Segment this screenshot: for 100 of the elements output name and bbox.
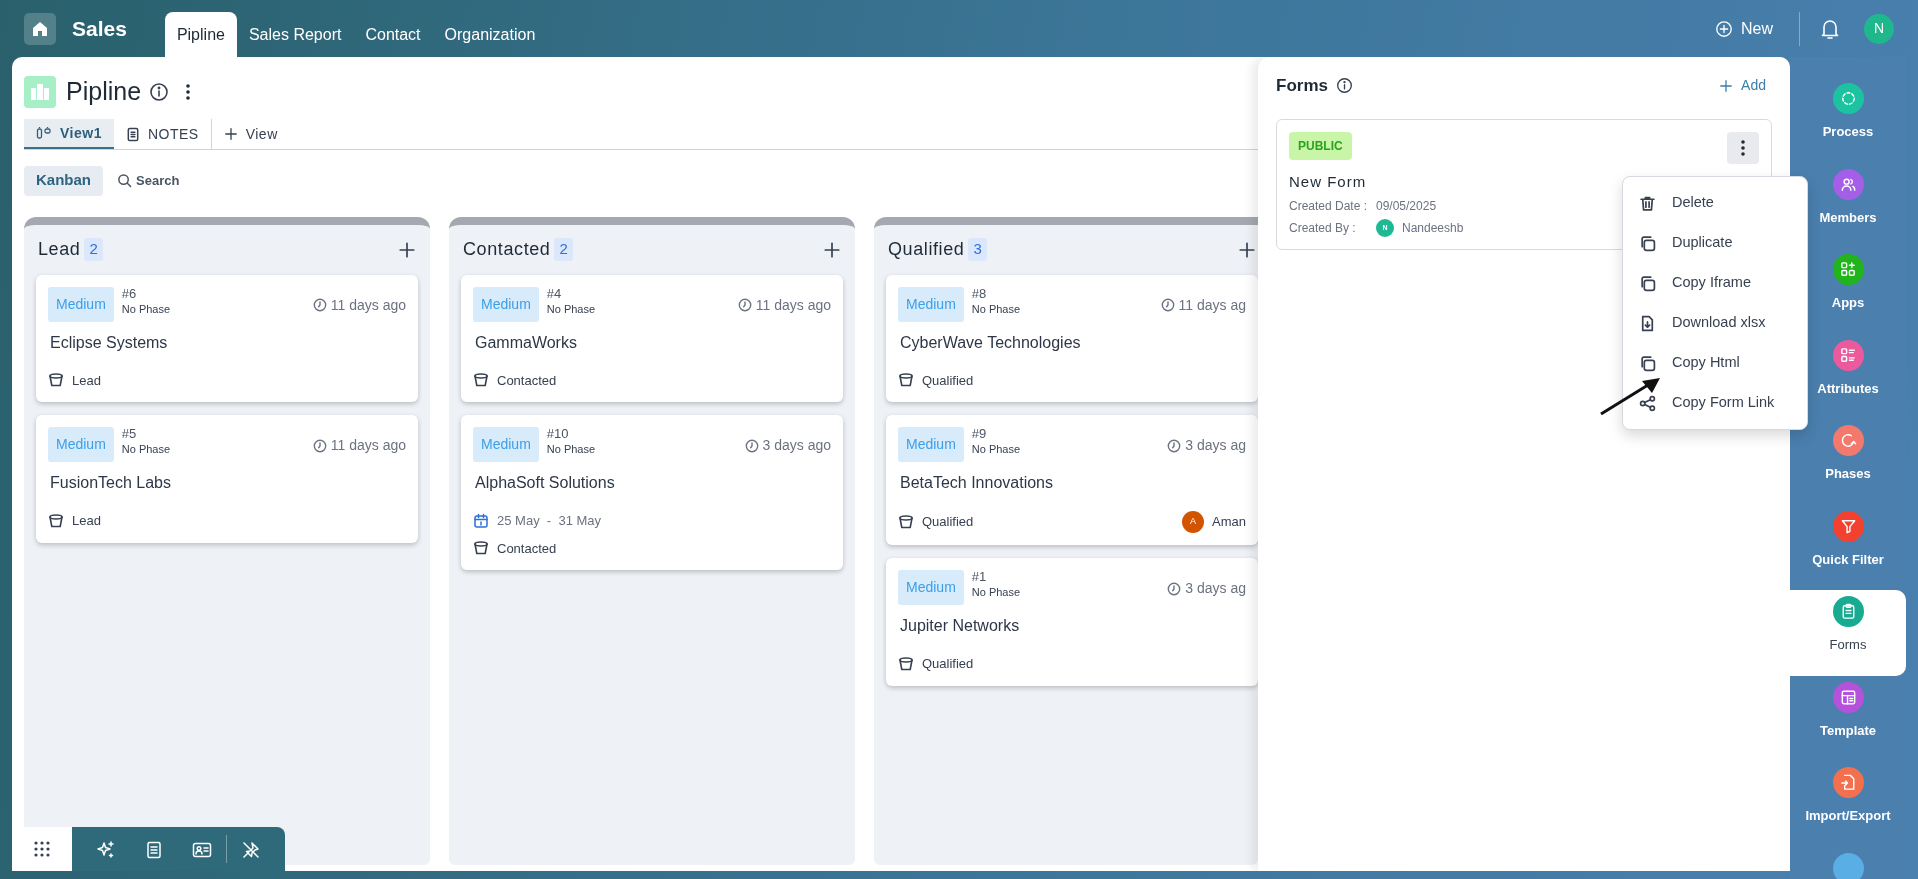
cup-icon <box>473 372 489 389</box>
search-button[interactable]: Search <box>111 169 186 192</box>
stage-label: Qualified <box>922 371 974 390</box>
clock-icon <box>744 438 759 453</box>
columns-icon <box>36 126 52 140</box>
priority-badge: Medium <box>473 427 539 462</box>
created-date: 09/05/2025 <box>1376 198 1437 215</box>
deal-card[interactable]: Medium #4 No Phase 11 days ago GammaWorks Contacted <box>461 274 843 402</box>
cup-icon <box>898 372 914 389</box>
cup-icon <box>898 514 914 530</box>
sidebar-item[interactable]: Quick Filter <box>1790 504 1906 590</box>
card-title: FusionTech Labs <box>50 473 172 493</box>
card-title: CyberWave Technologies <box>900 332 1082 353</box>
home-button[interactable] <box>24 12 56 45</box>
search-icon <box>117 173 132 188</box>
time-ago: 11 days ago <box>330 436 406 455</box>
card-number: #5 <box>121 427 138 442</box>
card-title: AlphaSoft Solutions <box>475 473 616 493</box>
sidebar-item[interactable]: Template <box>1790 675 1906 761</box>
stage-label: Qualified <box>922 655 974 673</box>
view-tab[interactable]: View1 <box>24 119 114 149</box>
stage-label: Lead <box>72 512 101 530</box>
sparkle-icon <box>96 839 116 860</box>
card-number: #10 <box>546 427 570 442</box>
priority-badge: Medium <box>48 427 114 462</box>
clock-icon <box>312 298 327 312</box>
deal-card[interactable]: Medium #8 No Phase 11 days ag CyberWave Technologies Qualified <box>886 274 1258 402</box>
card-number: #9 <box>971 427 988 442</box>
deal-card[interactable]: Medium #10 No Phase 3 days ago AlphaSoft Solutions 25 May - 31 May Contacted <box>461 415 843 570</box>
assignee-avatar: A <box>1182 511 1205 533</box>
app-title: Sales <box>72 15 127 42</box>
column-title: Qualified <box>888 238 965 261</box>
count-badge: 3 <box>968 238 987 261</box>
view-tab[interactable]: View <box>211 119 290 149</box>
stage-label: Qualified <box>922 513 974 532</box>
deal-card[interactable]: Medium #6 No Phase 11 days ago Eclipse Systems Lead <box>36 274 418 402</box>
card-title: Eclipse Systems <box>50 332 169 353</box>
card-number: #8 <box>971 286 988 301</box>
view-tab[interactable]: NOTES <box>113 119 211 149</box>
form-name: New Form <box>1289 171 1368 192</box>
time-ago: 11 days ago <box>755 295 831 315</box>
menu-item[interactable]: Copy Form Link <box>1623 383 1807 423</box>
cup-icon <box>48 372 64 389</box>
info-button[interactable] <box>149 81 170 102</box>
cup-icon <box>473 540 489 557</box>
nav-tab[interactable]: Organization <box>432 12 548 57</box>
stage-label: Contacted <box>497 371 557 390</box>
share-icon <box>1639 394 1656 412</box>
meta-label: Created Date : <box>1289 198 1369 215</box>
time-ago: 11 days ago <box>330 295 406 315</box>
notification-button[interactable] <box>1820 17 1840 40</box>
time-ago: 3 days ag <box>1185 436 1246 455</box>
nav-tab[interactable]: Contact <box>353 12 433 57</box>
info-icon <box>149 81 170 102</box>
grid-icon <box>33 840 51 858</box>
notification-icon <box>1820 17 1840 40</box>
priority-badge: Medium <box>898 570 964 605</box>
count-badge: 2 <box>84 238 103 261</box>
more-button[interactable] <box>185 82 192 101</box>
sidebar-item[interactable]: Process <box>1790 77 1906 163</box>
card-title: GammaWorks <box>475 332 578 353</box>
time-ago: 3 days ag <box>1185 579 1246 598</box>
date-range: 25 May - 31 May <box>497 512 602 530</box>
priority-badge: Medium <box>48 286 114 322</box>
menu-item[interactable]: Download xlsx <box>1623 303 1807 343</box>
phase-label: No Phase <box>971 585 1021 601</box>
add-form-link[interactable]: Add <box>1713 74 1772 98</box>
assignee-name: Aman <box>1212 513 1246 532</box>
time-ago: 3 days ago <box>762 436 831 455</box>
priority-badge: Medium <box>898 427 964 462</box>
card-title: Jupiter Networks <box>900 616 1021 636</box>
nav-tab[interactable]: Sales Report <box>236 12 354 57</box>
clock-icon <box>1167 438 1182 453</box>
unpin-icon <box>242 840 260 859</box>
copy-icon <box>1639 274 1656 292</box>
id-card-icon <box>192 841 212 858</box>
deal-card[interactable]: Medium #9 No Phase 3 days ag BetaTech Innovations Qualified A Aman <box>886 415 1258 545</box>
copy-icon <box>1639 354 1656 372</box>
sidebar-item[interactable]: Forms <box>1790 590 1906 676</box>
kanban-button[interactable]: Kanban <box>24 165 103 196</box>
sidebar-item[interactable]: Import/Export <box>1790 761 1906 847</box>
info-icon <box>1335 77 1353 95</box>
stage-label: Lead <box>72 371 101 390</box>
add-card-button[interactable] <box>1238 240 1256 259</box>
clock-icon <box>737 298 752 312</box>
phase-label: No Phase <box>121 301 171 317</box>
new-button[interactable]: New <box>1709 15 1779 42</box>
nav-tab[interactable]: Pipline <box>164 12 237 57</box>
menu-item[interactable]: Copy Html <box>1623 343 1807 383</box>
building-icon <box>24 75 56 108</box>
deal-card[interactable]: Medium #5 No Phase 11 days ago FusionTech Labs Lead <box>36 415 418 543</box>
menu-item[interactable]: Copy Iframe <box>1623 263 1807 303</box>
meta-label: Created By : <box>1289 220 1357 237</box>
plus-icon <box>223 127 238 141</box>
priority-badge: Medium <box>898 286 964 322</box>
document-icon <box>146 840 162 859</box>
clock-icon <box>1167 581 1182 596</box>
add-card-button[interactable] <box>823 240 841 259</box>
deal-card[interactable]: Medium #1 No Phase 3 days ag Jupiter Networks Qualified <box>886 558 1258 686</box>
add-card-button[interactable] <box>398 240 416 259</box>
